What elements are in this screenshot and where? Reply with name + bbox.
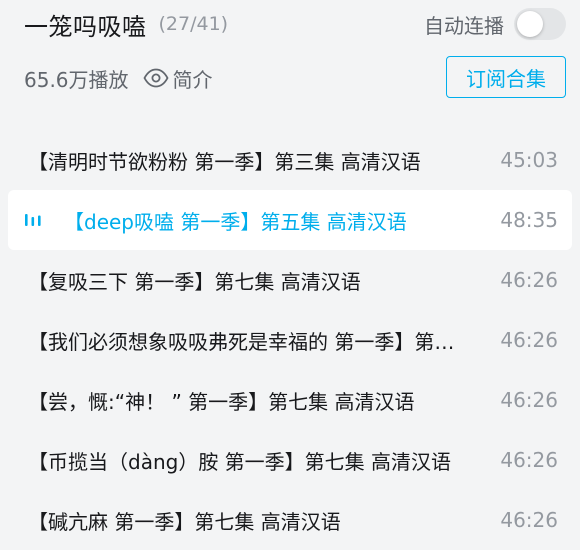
episode-title: 【尝，慨:“神！ ” 第一季】第七集 高清汉语	[28, 389, 415, 414]
episode-duration: 46:26	[500, 328, 558, 352]
episode-item[interactable]: 【我们必须想象吸吸弗死是幸福的 第一季】第七集 高清汉语 46:26	[0, 310, 580, 370]
intro-link[interactable]: 简介	[143, 64, 213, 93]
episode-title: 【复吸三下 第一季】第七集 高清汉语	[28, 269, 361, 294]
episode-title: 【deep吸嗑 第一季】第五集 高清汉语	[64, 209, 407, 234]
subscribe-button[interactable]: 订阅合集	[446, 56, 566, 98]
episode-progress: (27/41)	[158, 13, 229, 35]
toggle-knob	[517, 11, 543, 37]
collection-header: 一笼吗吸嗑 (27/41) 自动连播 65.6万播放 简介 订阅合集	[0, 0, 580, 110]
episode-duration: 46:26	[500, 268, 558, 292]
episode-item[interactable]: 【清明时节欲粉粉 第一季】第三集 高清汉语 45:03	[0, 130, 580, 190]
episode-title: 【清明时节欲粉粉 第一季】第三集 高清汉语	[28, 149, 421, 174]
episode-item[interactable]: 【币揽当（dàng）胺 第一季】第七集 高清汉语 46:26	[0, 430, 580, 490]
episode-duration: 46:26	[500, 448, 558, 472]
episode-list: 【清明时节欲粉粉 第一季】第三集 高清汉语 45:03 【deep吸嗑 第一季】…	[0, 130, 580, 550]
autoplay-label: 自动连播	[424, 13, 504, 38]
episode-item[interactable]: 【复吸三下 第一季】第七集 高清汉语 46:26	[0, 250, 580, 310]
meta-row: 65.6万播放 简介	[24, 62, 213, 94]
episode-duration: 46:26	[500, 388, 558, 412]
episode-title: 【我们必须想象吸吸弗死是幸福的 第一季】第七集 高清汉语	[28, 329, 460, 354]
title-row: 一笼吗吸嗑 (27/41)	[24, 6, 228, 42]
autoplay-toggle[interactable]	[514, 8, 566, 40]
episode-duration: 46:26	[500, 508, 558, 532]
episode-duration: 48:35	[500, 208, 558, 232]
episode-item[interactable]: 【尝，慨:“神！ ” 第一季】第七集 高清汉语 46:26	[0, 370, 580, 430]
episode-title: 【币揽当（dàng）胺 第一季】第七集 高清汉语	[28, 449, 452, 474]
episode-item-active[interactable]: 【deep吸嗑 第一季】第五集 高清汉语 48:35	[8, 190, 572, 250]
episode-item[interactable]: 【碱亢麻 第一季】第七集 高清汉语 46:26	[0, 490, 580, 550]
intro-label: 简介	[172, 67, 213, 92]
playing-icon	[25, 214, 41, 226]
eye-icon	[143, 68, 169, 88]
collection-title: 一笼吗吸嗑	[24, 12, 147, 41]
episode-title: 【碱亢麻 第一季】第七集 高清汉语	[28, 509, 341, 534]
episode-duration: 45:03	[500, 148, 558, 172]
play-count: 65.6万播放	[24, 67, 129, 92]
autoplay-control[interactable]: 自动连播	[424, 6, 566, 42]
